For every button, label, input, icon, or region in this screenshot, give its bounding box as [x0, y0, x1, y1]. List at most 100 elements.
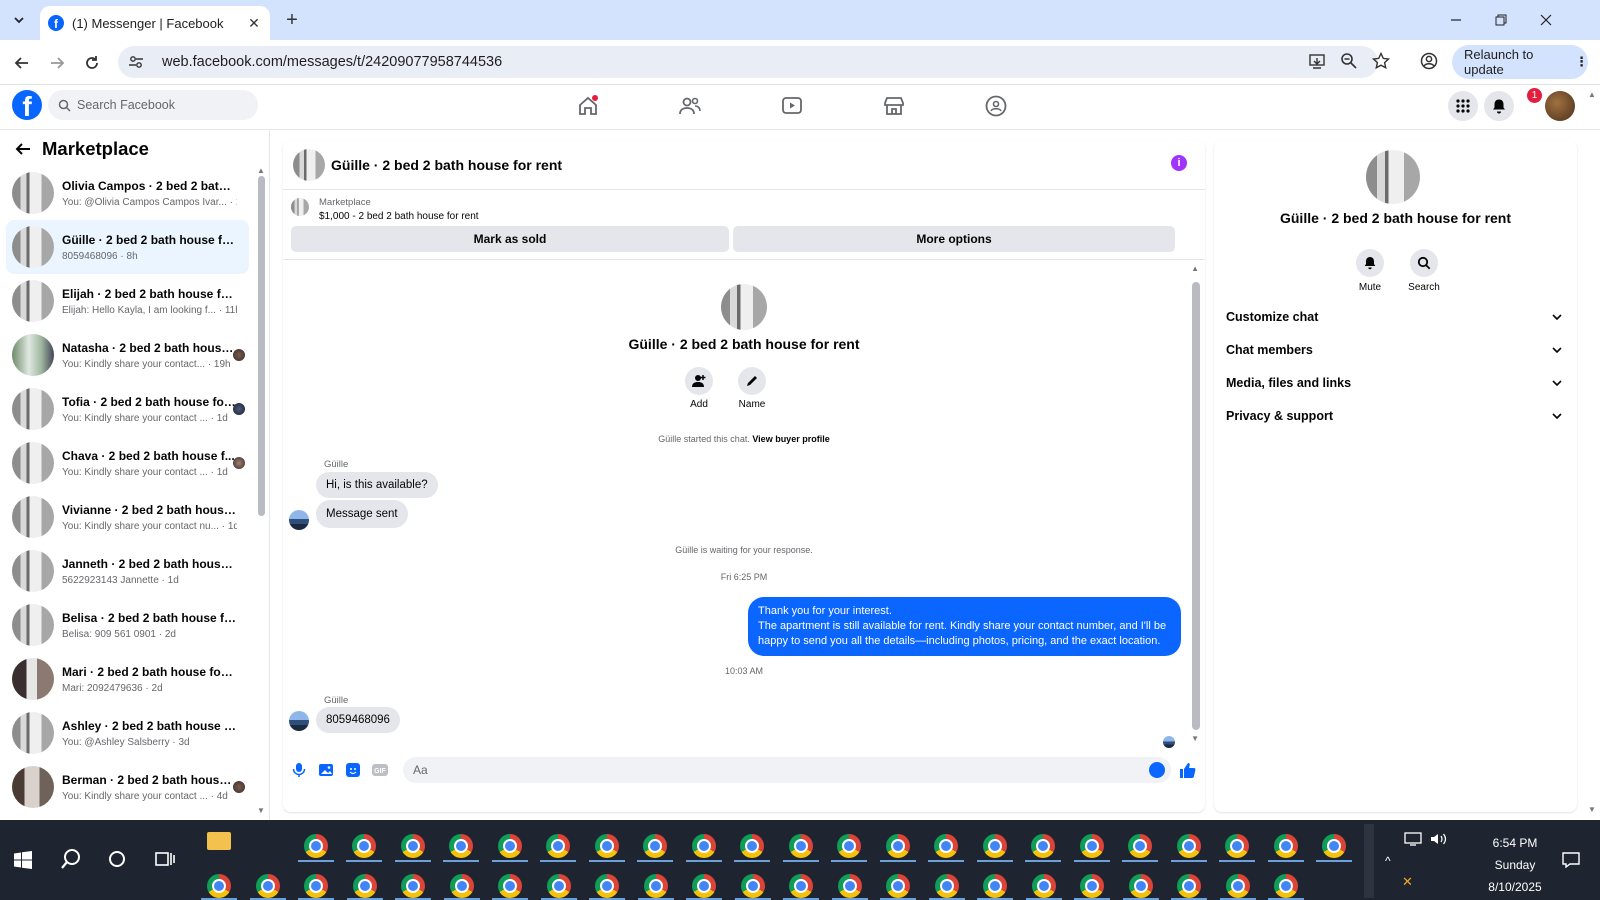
sender-avatar[interactable] — [289, 510, 309, 530]
chrome-window-icon[interactable] — [352, 874, 377, 898]
chrome-window-icon[interactable] — [837, 834, 861, 858]
mark-as-sold-button[interactable]: Mark as sold — [291, 226, 729, 252]
conversation-item-active[interactable]: Güille · 2 bed 2 bath house for r... 8059… — [6, 220, 249, 274]
gif-icon[interactable]: GIF — [370, 760, 390, 780]
chrome-window-icon[interactable] — [546, 874, 571, 898]
chrome-window-icon[interactable] — [934, 874, 959, 898]
task-view-icon[interactable] — [155, 850, 175, 868]
back-icon[interactable] — [9, 50, 35, 76]
sender-avatar[interactable] — [289, 711, 309, 731]
chrome-window-icon[interactable] — [740, 834, 764, 858]
chrome-window-icon[interactable] — [1128, 874, 1153, 898]
reload-icon[interactable] — [79, 50, 105, 76]
chrome-window-icon[interactable] — [983, 874, 1007, 898]
chrome-window-icon[interactable] — [886, 874, 910, 898]
facebook-logo-icon[interactable]: f — [12, 90, 42, 120]
volume-icon[interactable] — [1430, 832, 1448, 846]
customize-chat-section[interactable]: Customize chat — [1226, 310, 1562, 324]
chrome-window-icon[interactable] — [1031, 874, 1056, 898]
chrome-window-icon[interactable] — [1225, 834, 1249, 858]
video-icon[interactable] — [780, 94, 804, 118]
conversation-item[interactable]: Elijah · 2 bed 2 bath house for r... Elij… — [6, 274, 249, 328]
chrome-window-icon[interactable] — [1031, 834, 1055, 858]
privacy-support-section[interactable]: Privacy & support — [1226, 409, 1562, 423]
chrome-window-icon[interactable] — [449, 874, 474, 898]
chrome-window-icon[interactable] — [594, 834, 619, 858]
chrome-window-icon[interactable] — [1176, 834, 1201, 858]
chrome-window-icon[interactable] — [885, 834, 910, 858]
relaunch-button[interactable]: Relaunch to update ⋮ — [1452, 45, 1588, 79]
scroll-down-arrow[interactable]: ▼ — [257, 806, 265, 815]
close-window-icon[interactable] — [1532, 8, 1560, 32]
chevron-up-icon[interactable]: ^ — [1385, 854, 1391, 868]
name-chat-button[interactable]: Name — [732, 367, 772, 410]
chat-title[interactable]: Güille · 2 bed 2 bath house for rent — [331, 157, 562, 173]
home-icon[interactable] — [576, 94, 600, 118]
kebab-menu-icon[interactable]: ⋮ — [1575, 54, 1588, 70]
chrome-window-icon[interactable] — [643, 874, 668, 898]
chrome-window-icon[interactable] — [1225, 874, 1250, 898]
message-input[interactable]: Aa — [403, 757, 1171, 783]
conversation-item[interactable]: Tofia · 2 bed 2 bath house for... You: Ki… — [6, 382, 249, 436]
chrome-window-icon[interactable] — [982, 834, 1007, 858]
chrome-window-icon[interactable] — [934, 834, 958, 858]
more-options-button[interactable]: More options — [733, 226, 1175, 252]
conversation-item[interactable]: Olivia Campos · 2 bed 2 bath h... You: @O… — [6, 166, 249, 220]
chrome-window-icon[interactable] — [643, 834, 667, 858]
chrome-window-icon[interactable] — [1322, 834, 1346, 858]
search-in-chat-button[interactable]: Search — [1404, 249, 1444, 293]
thumbs-up-icon[interactable] — [1177, 760, 1197, 780]
chat-members-section[interactable]: Chat members — [1226, 343, 1562, 357]
zoom-icon[interactable] — [1340, 52, 1358, 70]
outgoing-message[interactable]: Thank you for your interest. The apartme… — [748, 597, 1181, 656]
conversation-item[interactable]: Vivianne · 2 bed 2 bath house f... You: K… — [6, 490, 249, 544]
chrome-window-icon[interactable] — [401, 874, 425, 898]
chrome-window-icon[interactable] — [303, 834, 328, 858]
chrome-window-icon[interactable] — [498, 874, 522, 898]
chrome-window-icon[interactable] — [837, 874, 862, 898]
scroll-up-arrow[interactable]: ▲ — [1191, 264, 1199, 273]
chrome-window-icon[interactable] — [1273, 834, 1298, 858]
add-people-button[interactable]: Add — [679, 367, 719, 410]
account-avatar[interactable] — [1545, 91, 1575, 121]
back-arrow-icon[interactable] — [14, 140, 32, 158]
conversation-item[interactable]: Janneth · 2 bed 2 bath house fo... 562292… — [6, 544, 249, 598]
new-tab-button[interactable]: + — [282, 10, 302, 30]
incoming-message[interactable]: Message sent — [316, 500, 408, 528]
chrome-window-icon[interactable] — [449, 834, 473, 858]
conversation-item[interactable]: Belisa · 2 bed 2 bath house for r... Beli… — [6, 598, 249, 652]
chrome-window-icon[interactable] — [1079, 834, 1104, 858]
windows-start-icon[interactable] — [14, 851, 32, 869]
page-scroll-down-arrow[interactable]: ▼ — [1588, 805, 1596, 814]
conversation-item[interactable]: Berman · 2 bed 2 bath house ... You: Kind… — [6, 760, 249, 814]
friends-icon[interactable] — [678, 94, 702, 118]
chrome-window-icon[interactable] — [740, 874, 765, 898]
emoji-icon[interactable] — [1149, 762, 1165, 778]
facebook-search-input[interactable]: Search Facebook — [48, 90, 258, 120]
chrome-window-icon[interactable] — [692, 874, 716, 898]
site-settings-icon[interactable] — [128, 54, 150, 70]
url-field[interactable]: web.facebook.com/messages/t/242090779587… — [118, 46, 1378, 78]
conversation-item[interactable]: Mari · 2 bed 2 bath house for re... Mari:… — [6, 652, 249, 706]
chrome-window-icon[interactable] — [352, 834, 376, 858]
forward-icon[interactable] — [44, 50, 70, 76]
install-app-icon[interactable] — [1308, 52, 1326, 70]
chrome-window-icon[interactable] — [207, 874, 231, 898]
menu-grid-icon[interactable] — [1448, 91, 1478, 121]
chrome-window-icon[interactable] — [691, 834, 716, 858]
chrome-window-icon[interactable] — [1177, 874, 1201, 898]
scroll-up-arrow[interactable]: ▲ — [257, 166, 265, 175]
media-files-links-section[interactable]: Media, files and links — [1226, 376, 1562, 390]
chrome-window-icon[interactable] — [400, 834, 425, 858]
chrome-window-icon[interactable] — [1128, 834, 1152, 858]
notifications-bell-icon[interactable] — [1484, 91, 1514, 121]
restore-icon[interactable] — [1487, 8, 1515, 32]
page-scroll-up-arrow[interactable]: ▲ — [1588, 90, 1596, 99]
mute-button[interactable]: Mute — [1350, 249, 1390, 293]
chat-scrollbar[interactable] — [1192, 282, 1200, 730]
view-buyer-profile-link[interactable]: View buyer profile — [752, 434, 829, 444]
network-icon[interactable] — [1404, 832, 1422, 846]
microphone-icon[interactable] — [289, 760, 309, 780]
chrome-window-icon[interactable] — [1274, 874, 1298, 898]
cortana-icon[interactable] — [108, 850, 126, 868]
